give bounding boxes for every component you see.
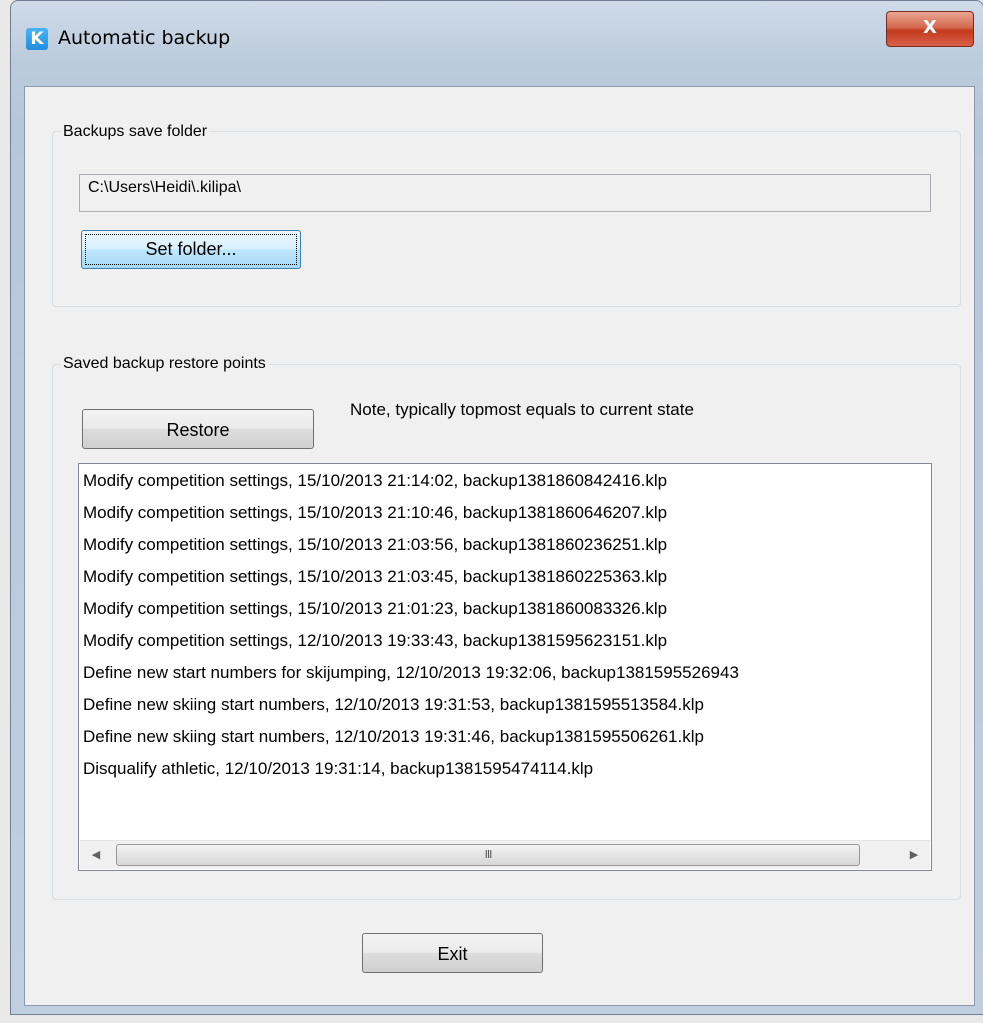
app-icon: K [26, 28, 48, 50]
set-folder-button[interactable]: Set folder... [81, 230, 301, 269]
restore-points-list[interactable]: Modify competition settings, 15/10/2013 … [78, 463, 932, 871]
exit-label: Exit [437, 944, 468, 964]
list-item[interactable]: Disqualify athletic, 12/10/2013 19:31:14… [83, 759, 593, 779]
folder-group-label: Backups save folder [61, 123, 210, 141]
list-item[interactable]: Modify competition settings, 15/10/2013 … [83, 599, 667, 619]
list-item[interactable]: Define new start numbers for skijumping,… [83, 663, 739, 683]
list-item[interactable]: Modify competition settings, 15/10/2013 … [83, 567, 667, 587]
list-item[interactable]: Modify competition settings, 15/10/2013 … [83, 471, 667, 491]
scroll-left-icon[interactable]: ◀ [82, 841, 110, 869]
list-item[interactable]: Modify competition settings, 15/10/2013 … [83, 503, 667, 523]
close-icon: X [923, 17, 937, 38]
restore-label: Restore [166, 420, 230, 440]
list-item[interactable]: Define new skiing start numbers, 12/10/2… [83, 727, 704, 747]
scroll-thumb[interactable]: III [116, 844, 860, 866]
focus-rectangle [85, 234, 297, 265]
restore-button[interactable]: Restore [82, 409, 314, 449]
restore-group-label: Saved backup restore points [61, 355, 268, 373]
restore-note: Note, typically topmost equals to curren… [350, 400, 694, 419]
list-item[interactable]: Modify competition settings, 12/10/2013 … [83, 631, 667, 651]
dialog-client-area: Backups save folder C:\Users\Heidi\.kili… [24, 86, 975, 1006]
horizontal-scrollbar[interactable]: ◀ III ▶ [80, 840, 930, 869]
window-title: Automatic backup [58, 27, 231, 49]
title-bar[interactable]: K Automatic backup X [10, 0, 983, 86]
folder-groupbox [52, 131, 961, 307]
scroll-right-icon[interactable]: ▶ [900, 841, 928, 869]
exit-button[interactable]: Exit [362, 933, 543, 973]
scroll-grip-icon: III [484, 848, 493, 861]
list-item[interactable]: Define new skiing start numbers, 12/10/2… [83, 695, 704, 715]
close-button[interactable]: X [886, 11, 974, 47]
folder-path-field[interactable]: C:\Users\Heidi\.kilipa\ [79, 174, 931, 212]
list-item[interactable]: Modify competition settings, 15/10/2013 … [83, 535, 667, 555]
